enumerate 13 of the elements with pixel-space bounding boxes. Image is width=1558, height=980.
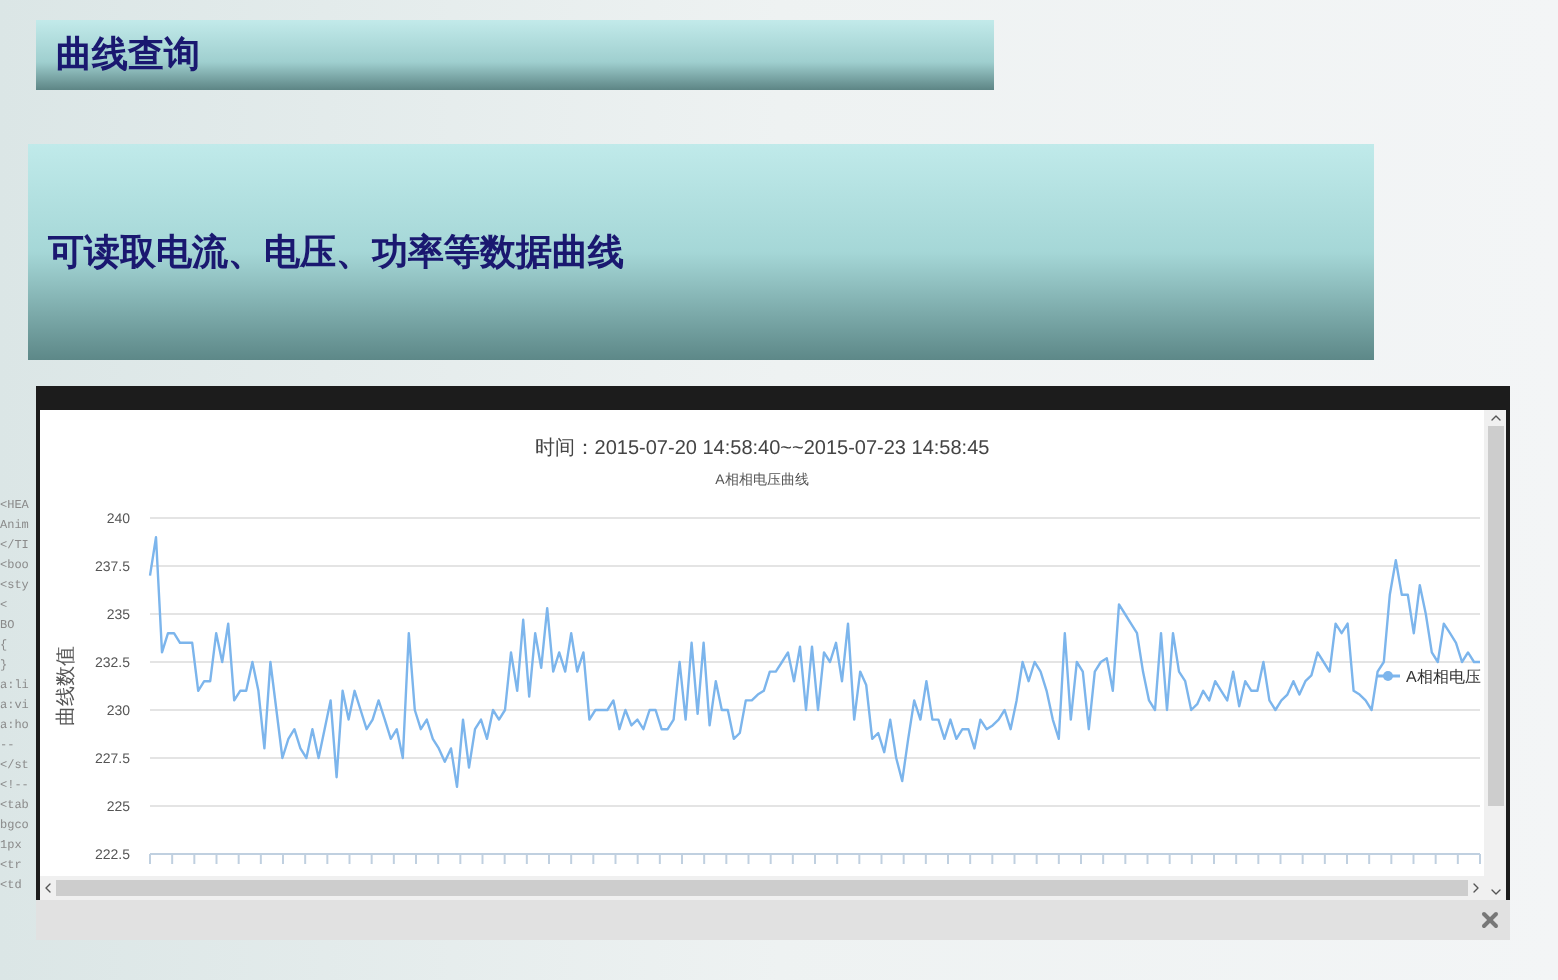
close-button[interactable] — [1476, 906, 1504, 934]
y-axis-title: 曲线数值 — [56, 646, 78, 726]
horizontal-scrollbar[interactable] — [40, 876, 1484, 900]
banner-text: 可读取电流、电压、功率等数据曲线 — [48, 229, 624, 277]
scroll-right-icon[interactable] — [1468, 880, 1484, 896]
scroll-down-icon[interactable] — [1487, 884, 1503, 900]
page-title: 曲线查询 — [56, 32, 200, 80]
close-icon — [1478, 908, 1502, 932]
time-range: 时间：2015-07-20 14:58:40~~2015-07-23 14:58:45 — [534, 438, 990, 462]
vertical-scrollbar[interactable] — [1484, 410, 1506, 900]
legend-label: A相相电压 — [1406, 668, 1481, 686]
scroll-left-icon[interactable] — [40, 880, 56, 896]
scroll-up-icon[interactable] — [1487, 410, 1503, 426]
